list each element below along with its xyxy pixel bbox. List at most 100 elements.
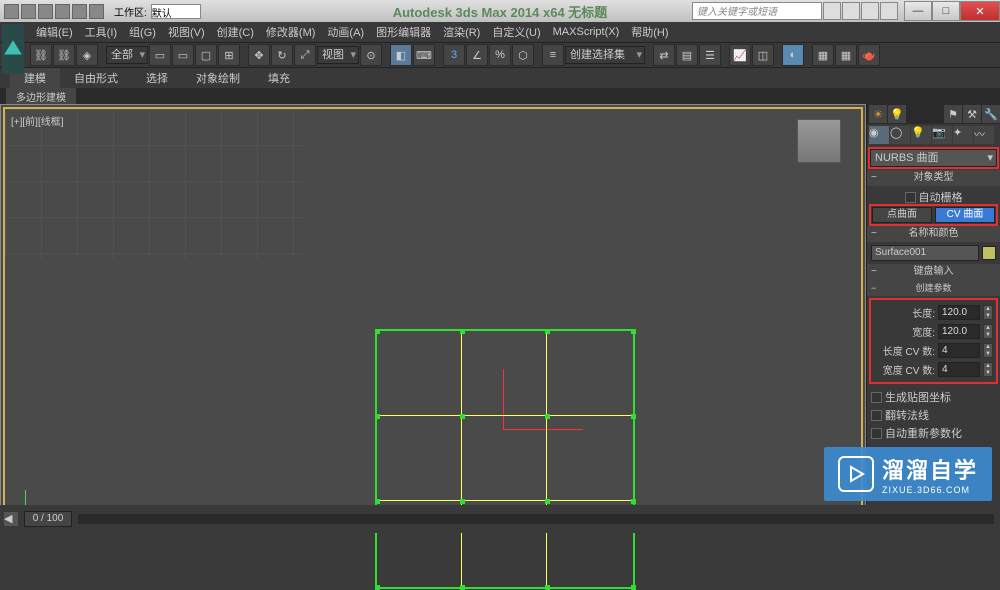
menu-edit[interactable]: 编辑(E)	[30, 22, 79, 42]
tab-populate[interactable]: 填充	[254, 68, 304, 88]
cv-surface-button[interactable]: CV 曲面	[935, 207, 995, 223]
cv-point[interactable]	[460, 414, 465, 419]
light-icon[interactable]: 💡	[888, 105, 906, 123]
cv-point[interactable]	[631, 329, 636, 334]
menu-animation[interactable]: 动画(A)	[321, 22, 370, 42]
material-editor-icon[interactable]: ◐	[782, 44, 804, 66]
close-button[interactable]: ✕	[960, 1, 1000, 21]
rotate-icon[interactable]: ↻	[271, 44, 293, 66]
menu-customize[interactable]: 自定义(U)	[486, 22, 546, 42]
cv-point[interactable]	[545, 329, 550, 334]
move-icon[interactable]: ✥	[248, 44, 270, 66]
align-icon[interactable]: ▤	[676, 44, 698, 66]
width-cv-spin-buttons[interactable]: ▲▼	[983, 362, 993, 377]
cameras-tab-icon[interactable]: 📷	[932, 126, 952, 144]
qat-save-icon[interactable]	[38, 4, 53, 19]
polygon-modeling-panel[interactable]: 多边形建模	[6, 88, 76, 105]
lights-tab-icon[interactable]: 💡	[911, 126, 931, 144]
app-logo-icon[interactable]	[2, 24, 24, 74]
render-icon[interactable]: 🫖	[858, 44, 880, 66]
scale-icon[interactable]: ⤢	[294, 44, 316, 66]
cv-point[interactable]	[631, 499, 636, 504]
ref-coord-system[interactable]: 视图	[317, 46, 359, 64]
menu-help[interactable]: 帮助(H)	[625, 22, 674, 42]
named-sel-set[interactable]: 创建选择集	[565, 46, 645, 64]
cv-point[interactable]	[545, 499, 550, 504]
qat-redo-icon[interactable]	[72, 4, 87, 19]
time-track[interactable]	[78, 514, 994, 524]
point-surface-button[interactable]: 点曲面	[872, 207, 932, 223]
cv-point[interactable]	[631, 585, 636, 590]
unlink-icon[interactable]: ⛓	[53, 44, 75, 66]
length-cv-spin-buttons[interactable]: ▲▼	[983, 343, 993, 358]
minimize-button[interactable]: —	[904, 1, 932, 21]
spinner-snap-icon[interactable]: ⬡	[512, 44, 534, 66]
menu-view[interactable]: 视图(V)	[162, 22, 211, 42]
menu-maxscript[interactable]: MAXScript(X)	[547, 24, 626, 40]
menu-group[interactable]: 组(G)	[123, 22, 162, 42]
mirror-icon[interactable]: ⇄	[653, 44, 675, 66]
nurbs-surface-object[interactable]: /*points drawn below via loop would need…	[375, 329, 635, 589]
length-cv-spinner[interactable]: 4	[938, 343, 980, 358]
tab-objectpaint[interactable]: 对象绘制	[182, 68, 254, 88]
time-slider[interactable]: 0 / 100	[24, 511, 72, 527]
search-input[interactable]: 键入关键字或短语	[692, 2, 822, 20]
angle-snap-icon[interactable]: ∠	[466, 44, 488, 66]
select-name-icon[interactable]: ▭	[172, 44, 194, 66]
width-cv-spinner[interactable]: 4	[938, 362, 980, 377]
bind-icon[interactable]: ◈	[76, 44, 98, 66]
menu-tools[interactable]: 工具(I)	[79, 22, 123, 42]
flip-normals-checkbox[interactable]	[871, 410, 882, 421]
pivot-icon[interactable]: ⊙	[360, 44, 382, 66]
helpers-tab-icon[interactable]: ✦	[953, 126, 973, 144]
menu-create[interactable]: 创建(C)	[211, 22, 260, 42]
spacewarps-tab-icon[interactable]: 〰	[974, 126, 994, 144]
cv-point[interactable]	[375, 499, 380, 504]
hammer-icon[interactable]: ⚒	[963, 105, 981, 123]
layer-icon[interactable]: ☰	[699, 44, 721, 66]
qat-new-icon[interactable]	[4, 4, 19, 19]
flag-icon[interactable]: ⚑	[944, 105, 962, 123]
create-params-header[interactable]: 创建参数	[867, 280, 1000, 296]
cv-point[interactable]	[460, 585, 465, 590]
snap-toggle-icon[interactable]: 3	[443, 44, 465, 66]
name-color-header[interactable]: 名称和颜色	[867, 226, 1000, 242]
render-setup-icon[interactable]: ▦	[812, 44, 834, 66]
cv-point[interactable]	[545, 585, 550, 590]
maximize-button[interactable]: □	[932, 1, 960, 21]
cv-point[interactable]	[375, 414, 380, 419]
selection-filter[interactable]: 全部	[106, 46, 148, 64]
curve-editor-icon[interactable]: 📈	[729, 44, 751, 66]
window-crossing-icon[interactable]: ⊞	[218, 44, 240, 66]
exchange-icon[interactable]	[861, 2, 879, 20]
auto-reparam-checkbox[interactable]	[871, 428, 882, 439]
qat-open-icon[interactable]	[21, 4, 36, 19]
geometry-tab-icon[interactable]: ◉	[869, 126, 889, 144]
autogrid-checkbox[interactable]	[905, 192, 916, 203]
length-spin-buttons[interactable]: ▲▼	[983, 305, 993, 320]
tab-selection[interactable]: 选择	[132, 68, 182, 88]
cv-point[interactable]	[545, 414, 550, 419]
signin-icon[interactable]	[842, 2, 860, 20]
wrench-icon[interactable]: 🔧	[982, 105, 1000, 123]
category-dropdown[interactable]: NURBS 曲面	[870, 149, 997, 167]
select-region-icon[interactable]: ▢	[195, 44, 217, 66]
link-icon[interactable]: ⛓	[30, 44, 52, 66]
cv-point[interactable]	[375, 329, 380, 334]
object-color-swatch[interactable]	[982, 246, 996, 260]
select-icon[interactable]: ▭	[149, 44, 171, 66]
manipulate-icon[interactable]: ◧	[390, 44, 412, 66]
render-frame-icon[interactable]: ▦	[835, 44, 857, 66]
shapes-tab-icon[interactable]: ◯	[890, 126, 910, 144]
cv-point[interactable]	[375, 585, 380, 590]
keyboard-icon[interactable]: ⌨	[413, 44, 435, 66]
edit-sel-set-icon[interactable]: ≡	[542, 44, 564, 66]
infocenter-icon[interactable]	[823, 2, 841, 20]
menu-modifier[interactable]: 修改器(M)	[260, 22, 322, 42]
width-spinner[interactable]: 120.0	[938, 324, 980, 339]
qat-undo-icon[interactable]	[55, 4, 70, 19]
length-spinner[interactable]: 120.0	[938, 305, 980, 320]
sun-icon[interactable]: ☀	[869, 105, 887, 123]
keyboard-entry-header[interactable]: 键盘输入	[867, 264, 1000, 280]
object-name-input[interactable]: Surface001	[871, 245, 979, 261]
